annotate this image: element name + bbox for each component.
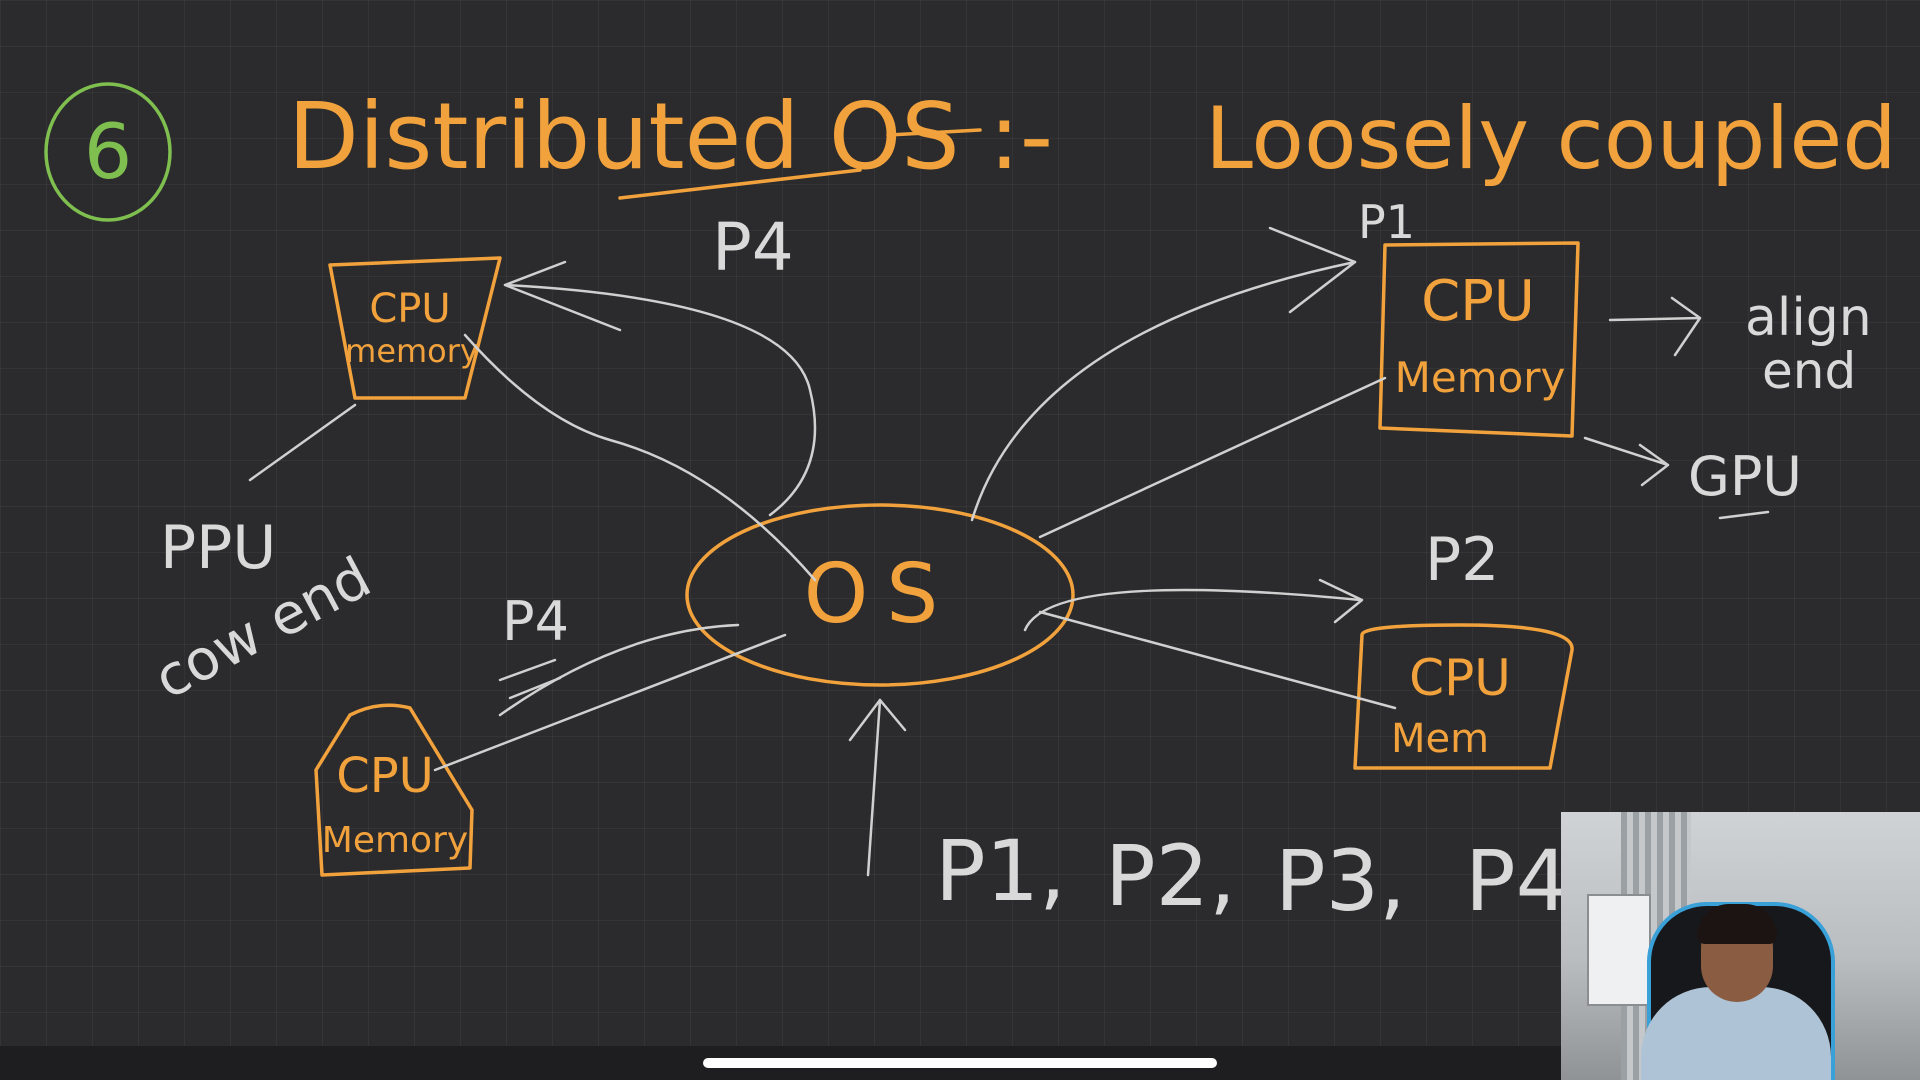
node-bottom-left-line1: CPU — [336, 748, 434, 804]
label-p2-right: P2 — [1425, 525, 1499, 595]
node-bottom-right-line2: Mem — [1391, 716, 1489, 762]
node-bottom-left-line2: Memory — [322, 820, 468, 861]
node-top-right-line2: Memory — [1395, 353, 1566, 402]
arrow-gpu — [1583, 436, 1670, 487]
queue-p2: P2, — [1105, 827, 1236, 925]
label-p1-top-right: P1 — [1358, 195, 1415, 249]
node-top-left-line2: memory — [345, 332, 479, 370]
curve-os-bottom-right — [1023, 588, 1362, 632]
home-indicator[interactable] — [703, 1058, 1217, 1068]
line-os-top-right-node — [1038, 376, 1387, 539]
queue-p3: P3, — [1275, 832, 1406, 930]
node-top-left: CPU memory — [328, 256, 502, 400]
os-label: OS — [804, 547, 957, 642]
label-p4-left: P4 — [502, 590, 569, 653]
note-left-cpu: PPU — [160, 513, 276, 583]
queue-p4: P4 — [1465, 832, 1569, 930]
line-os-top-left — [463, 333, 817, 582]
note-align: align — [1745, 288, 1872, 348]
node-top-right-line1: CPU — [1421, 269, 1535, 334]
title-text: Distributed OS :- — [288, 83, 1053, 190]
line-bottom-left-to-os — [433, 633, 787, 772]
node-bottom-left: CPU Memory — [314, 703, 474, 877]
curve-os-top-left — [503, 283, 817, 517]
arrow-head-top-left — [503, 260, 622, 332]
line-bottom-right-to-os — [1038, 610, 1397, 710]
p4-strokes — [498, 658, 562, 700]
note-gpu: GPU — [1688, 445, 1802, 508]
arrow-head-top-right — [1268, 226, 1357, 314]
webcam-overlay — [1561, 812, 1920, 1080]
queue-p1: P1, — [935, 822, 1066, 920]
arrow-up-into-os — [866, 698, 882, 877]
label-p4-top: P4 — [712, 209, 794, 286]
node-top-right: CPU Memory — [1378, 241, 1580, 438]
node-top-left-line1: CPU — [369, 286, 450, 332]
gpu-underline — [1718, 510, 1770, 520]
arrow-align-end — [1608, 296, 1702, 357]
note-end: end — [1762, 342, 1856, 400]
title-number: 6 — [84, 107, 132, 196]
title-subtitle: Loosely coupled — [1205, 89, 1897, 189]
webcam-whiteboard — [1587, 894, 1651, 1006]
line-top-left-to-left-note — [248, 403, 357, 482]
node-bottom-right-line1: CPU — [1409, 649, 1511, 707]
arrow-head-bottom-right — [1318, 578, 1364, 624]
node-bottom-right: CPU Mem — [1353, 623, 1574, 770]
